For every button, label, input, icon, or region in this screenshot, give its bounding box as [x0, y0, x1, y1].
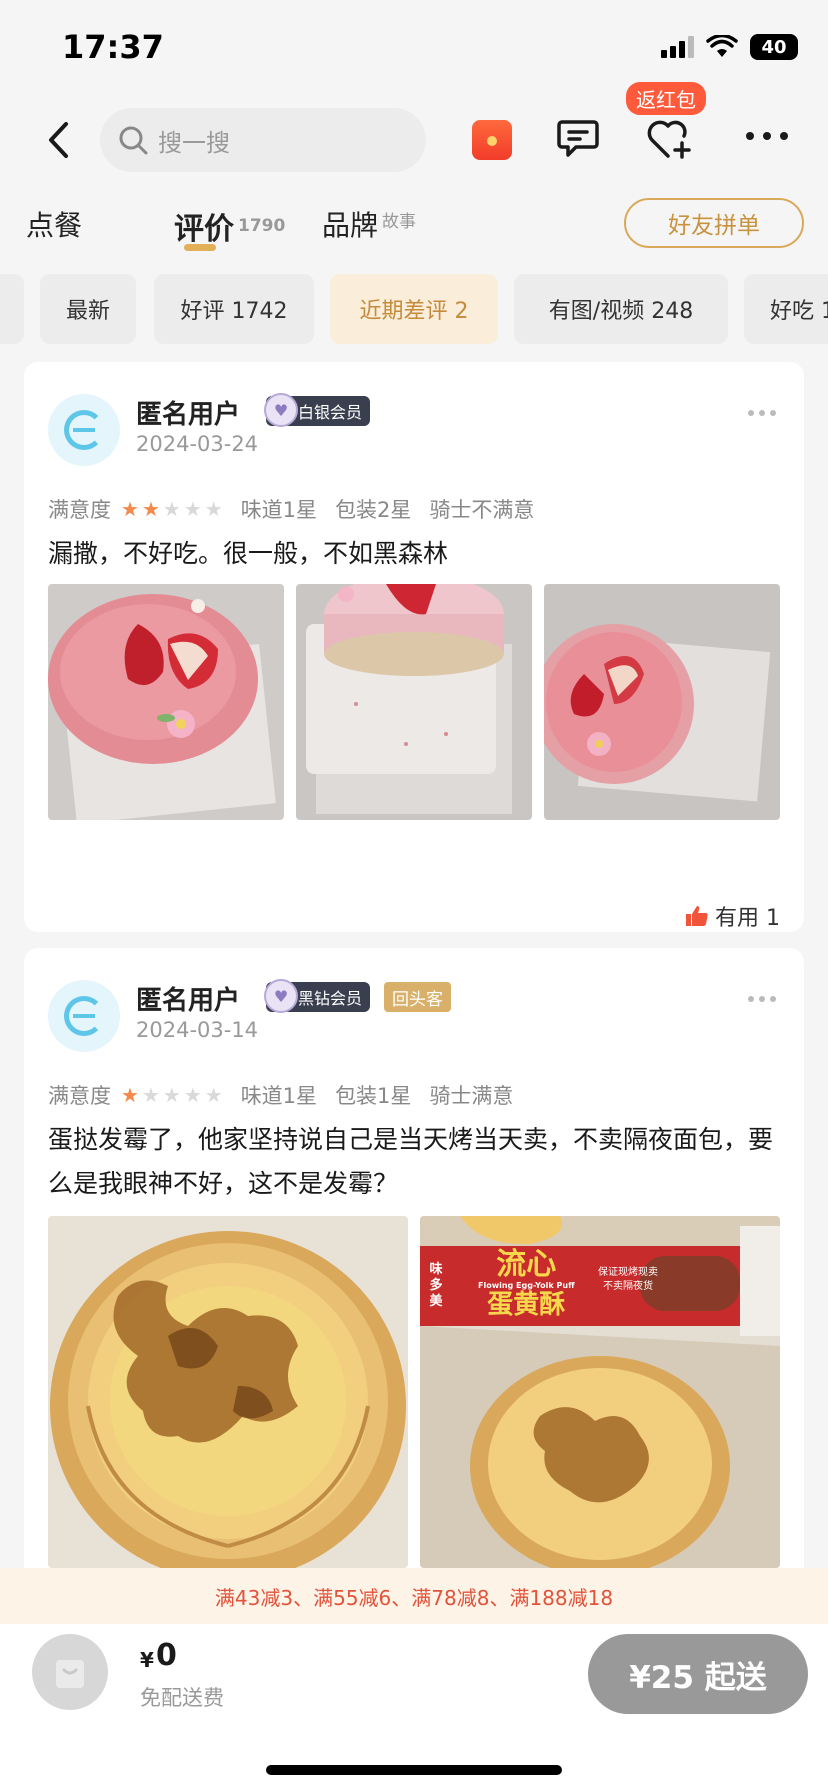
taste-rating: 味道1星 — [240, 1084, 318, 1108]
shopping-bag-icon — [56, 1660, 84, 1688]
star-rating: ★ ★ ★ ★ ★ — [121, 1083, 223, 1107]
wifi-icon — [706, 35, 738, 57]
member-badge: ♥ 黑钻会员 — [264, 979, 371, 1013]
review-date: 2024-03-24 — [136, 432, 259, 456]
status-icons: 40 — [661, 34, 798, 60]
search-icon — [119, 126, 148, 155]
home-indicator[interactable] — [266, 1765, 562, 1775]
rating-row: 满意度 ★ ★ ★ ★ ★ 味道1星 包装2星 骑士不满意 — [48, 494, 552, 524]
review-text: 漏撒，不好吃。很一般，不如黑森林 — [48, 539, 449, 568]
discount-promo-bar[interactable]: 满43减3、满55减6、满78减8、满188减18 — [0, 1568, 828, 1624]
battery-icon: 40 — [750, 34, 798, 60]
tab-brand[interactable]: 品牌 故事 — [322, 204, 416, 244]
delivery-fee-label: 免配送费 — [140, 1686, 224, 1710]
taste-rating: 味道1星 — [240, 498, 318, 522]
useful-count: 有用 1 — [715, 906, 780, 931]
message-button[interactable] — [556, 116, 600, 164]
repeat-customer-badge: 回头客 — [384, 982, 451, 1012]
thumbs-up-icon — [686, 906, 708, 926]
filter-chip-recent-negative[interactable]: 近期差评 2 — [330, 274, 498, 344]
status-time: 17:37 — [62, 28, 164, 66]
review-photo[interactable] — [48, 1216, 408, 1568]
review-date: 2024-03-14 — [136, 1018, 259, 1042]
box-brand-label: 味多美 — [429, 1262, 443, 1309]
card-more-icon[interactable] — [748, 410, 776, 416]
status-bar: 17:37 40 — [0, 0, 828, 100]
filter-chip-tasty[interactable]: 好吃 1 — [744, 274, 828, 344]
currency-symbol: ¥ — [140, 1648, 154, 1672]
rider-rating: 骑士满意 — [429, 1084, 514, 1108]
bottom-checkout-bar: ¥ 0 免配送费 ¥25 起送 — [0, 1624, 828, 1792]
satisfaction-label: 满意度 — [48, 1084, 111, 1108]
reviewer-name: 匿名用户 — [136, 986, 241, 1016]
filter-chip-latest[interactable]: 最新 — [40, 274, 136, 344]
search-input[interactable]: 搜一搜 — [100, 108, 426, 172]
heart-plus-icon — [647, 120, 691, 159]
review-photo[interactable] — [544, 584, 780, 820]
box-slogan: 保证现烤现卖 不卖隔夜货 — [598, 1267, 658, 1292]
tab-order[interactable]: 点餐 — [26, 204, 82, 244]
member-badge: ♥ 白银会员 — [264, 393, 371, 427]
brand-story-label: 故事 — [382, 212, 417, 232]
star-rating: ★ ★ ★ ★ ★ — [121, 497, 223, 521]
rider-rating: 骑士不满意 — [429, 498, 535, 522]
red-packet-icon[interactable] — [472, 120, 512, 160]
top-nav: 搜一搜 — [0, 100, 828, 184]
back-button[interactable] — [38, 118, 78, 162]
review-card: 匿名用户 ♥ 白银会员 2024-03-24 满意度 ★ ★ ★ ★ ★ 味道1星 包装… — [24, 362, 804, 932]
avatar[interactable] — [48, 394, 120, 466]
more-options-icon[interactable] — [746, 132, 788, 140]
minimum-order-button[interactable]: ¥25 起送 — [588, 1634, 808, 1714]
avatar[interactable] — [48, 980, 120, 1052]
box-title: 流心 Flowing Egg-Yolk Puff 蛋黄酥 — [478, 1247, 575, 1320]
friend-group-order-button[interactable]: 好友拼单 — [624, 198, 804, 248]
reviewer-name: 匿名用户 — [136, 400, 241, 430]
packaging-rating: 包装2星 — [335, 498, 412, 522]
rating-row: 满意度 ★ ★ ★ ★ ★ 味道1星 包装1星 骑士满意 — [48, 1080, 531, 1110]
chat-icon — [557, 120, 599, 157]
review-count: 1790 — [238, 216, 286, 236]
favorite-button[interactable] — [646, 116, 694, 164]
review-photo[interactable] — [296, 584, 532, 820]
diamond-icon: ♥ — [264, 393, 298, 427]
cellular-signal-icon — [661, 36, 694, 58]
main-tabs: 点餐 评价 1790 品牌 故事 好友拼单 — [0, 184, 828, 264]
tab-reviews[interactable]: 评价 1790 — [174, 204, 285, 248]
review-photo[interactable] — [48, 584, 284, 820]
filter-chip-positive[interactable]: 好评 1742 — [154, 274, 314, 344]
review-filter-chips: 最新 好评 1742 近期差评 2 有图/视频 248 好吃 1 — [0, 274, 828, 344]
review-text: 蛋挞发霉了，他家坚持说自己是当天烤当天卖，不卖隔夜面包，要么是我眼神不好，这不是… — [48, 1125, 774, 1198]
satisfaction-label: 满意度 — [48, 498, 111, 522]
card-more-icon[interactable] — [748, 996, 776, 1002]
useful-button[interactable]: 有用 1 — [685, 900, 780, 932]
packaging-rating: 包装1星 — [335, 1084, 412, 1108]
filter-chip-with-media[interactable]: 有图/视频 248 — [514, 274, 728, 344]
filter-chip-partial[interactable] — [0, 274, 24, 344]
cart-button[interactable] — [32, 1634, 108, 1710]
review-card: 匿名用户 ♥ 黑钻会员 回头客 2024-03-14 满意度 ★ ★ ★ ★ ★ 味道1… — [24, 948, 804, 1568]
search-placeholder: 搜一搜 — [158, 128, 230, 157]
diamond-icon: ♥ — [264, 979, 298, 1013]
chevron-left-icon — [49, 122, 68, 158]
review-photo[interactable]: 味多美 流心 Flowing Egg-Yolk Puff 蛋黄酥 保证现烤现卖 … — [420, 1216, 780, 1568]
cart-total: 0 — [156, 1638, 177, 1673]
return-redpack-badge: 返红包 — [626, 82, 706, 115]
active-tab-indicator — [184, 244, 216, 251]
